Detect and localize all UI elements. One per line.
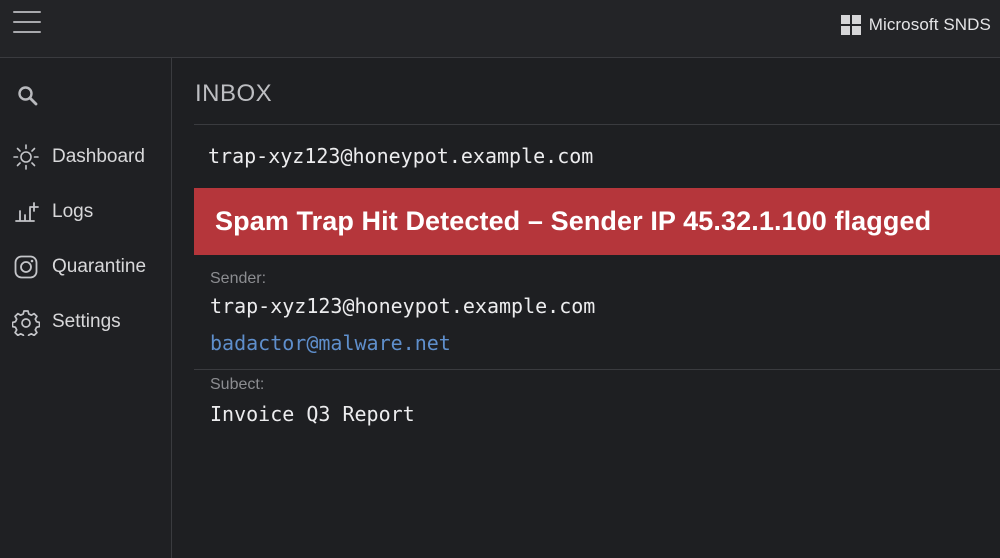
sidebar-item-label: Dashboard	[52, 146, 145, 167]
divider	[194, 124, 1000, 125]
alert-text: Spam Trap Hit Detected – Sender IP 45.32…	[215, 206, 932, 236]
subject-value: Invoice Q3 Report	[210, 402, 415, 426]
subject-label: Subect:	[210, 376, 265, 393]
sidebar-item-quarantine[interactable]: Quarantine	[12, 250, 162, 284]
search-icon[interactable]	[16, 84, 40, 108]
main-content: INBOX trap-xyz123@honeypot.example.com S…	[172, 58, 1000, 558]
sidebar-item-label: Quarantine	[52, 256, 147, 277]
sidebar-item-settings[interactable]: Settings	[12, 305, 162, 339]
top-bar: Microsoft SNDS	[0, 0, 1000, 58]
alert-banner[interactable]: Spam Trap Hit Detected – Sender IP 45.32…	[194, 188, 1000, 255]
brand-name: Microsoft SNDS	[868, 15, 991, 34]
sidebar-item-dashboard[interactable]: Dashboard	[12, 140, 162, 174]
sidebar-item-logs[interactable]: Logs	[12, 195, 162, 229]
sidebar: Dashboard Logs Quarantine Settings	[0, 58, 172, 558]
sidebar-item-label: Settings	[52, 311, 121, 332]
trap-address[interactable]: trap-xyz123@honeypot.example.com	[208, 144, 593, 168]
hamburger-menu-icon[interactable]	[13, 11, 41, 33]
gear-icon	[12, 308, 40, 336]
chart-upload-icon	[12, 198, 40, 226]
sender-label: Sender:	[210, 270, 267, 287]
divider	[194, 369, 1000, 370]
sun-icon	[12, 143, 40, 171]
microsoft-logo-icon	[840, 15, 861, 35]
sender-link[interactable]: badactor@malware.net	[210, 331, 451, 355]
sender-value: trap-xyz123@honeypot.example.com	[210, 294, 596, 318]
instagram-icon	[12, 253, 40, 281]
sidebar-item-label: Logs	[52, 201, 94, 222]
page-title: INBOX	[195, 80, 273, 107]
brand: Microsoft SNDS	[840, 13, 991, 37]
